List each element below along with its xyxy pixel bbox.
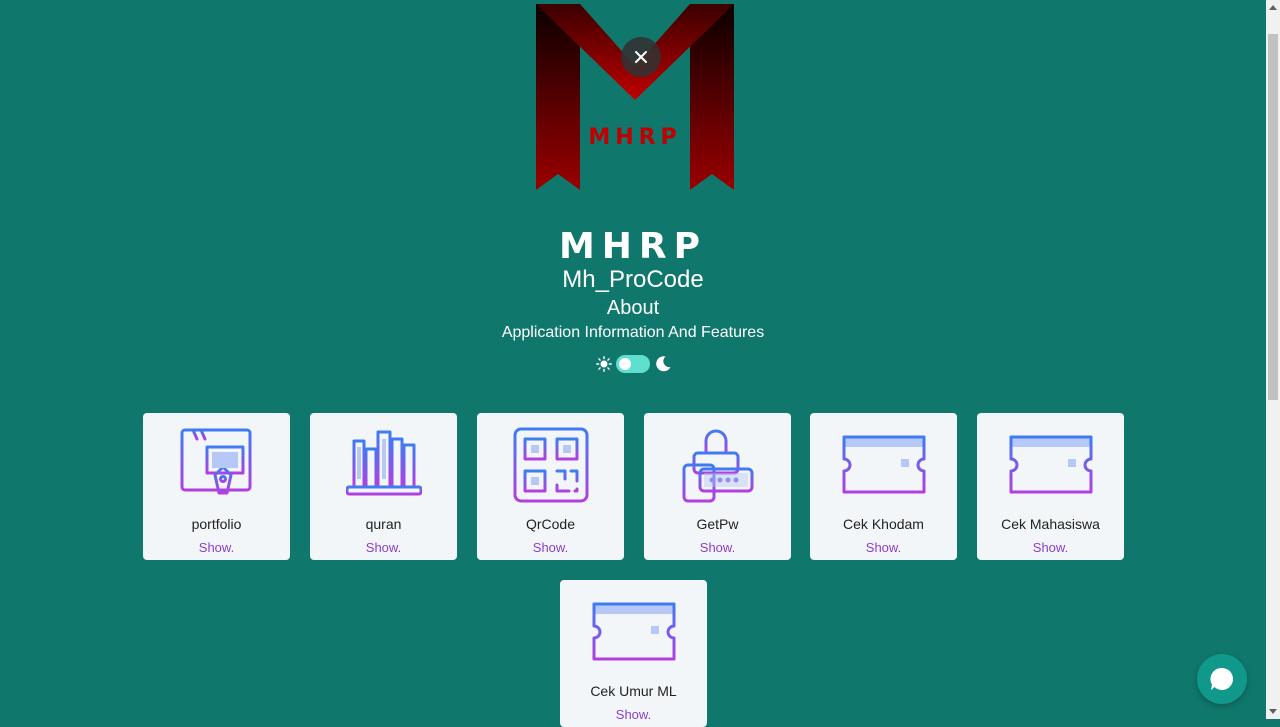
show-link[interactable]: Show. bbox=[560, 707, 707, 722]
show-link[interactable]: Show. bbox=[310, 540, 457, 555]
card-cek-umur-ml[interactable]: Cek Umur ML Show. bbox=[560, 580, 707, 727]
brand-title: MHRP bbox=[558, 226, 708, 267]
portfolio-icon bbox=[180, 428, 252, 501]
card-quran[interactable]: quran Show. bbox=[310, 413, 457, 560]
mhrp-logo: MHRP bbox=[536, 4, 734, 190]
chat-icon bbox=[1210, 667, 1234, 690]
show-link[interactable]: Show. bbox=[810, 540, 957, 555]
moon-icon bbox=[656, 356, 671, 372]
card-name: QrCode bbox=[525, 516, 576, 532]
card-name: portfolio bbox=[191, 516, 242, 532]
card-name: Cek Umur ML bbox=[590, 683, 677, 699]
scroll-down-arrow[interactable] bbox=[1269, 709, 1277, 714]
card-cek-mahasiswa[interactable]: Cek Mahasiswa Show. bbox=[977, 413, 1124, 560]
logo-text: MHRP bbox=[588, 125, 681, 150]
about-heading: About bbox=[606, 297, 660, 319]
card-name: GetPw bbox=[696, 516, 739, 532]
chat-button[interactable] bbox=[1197, 654, 1247, 704]
books-icon bbox=[346, 430, 422, 502]
close-button[interactable] bbox=[621, 37, 661, 77]
theme-toggle[interactable] bbox=[616, 355, 650, 373]
card-name: quran bbox=[365, 516, 402, 532]
ticket-icon bbox=[842, 435, 926, 494]
close-icon bbox=[635, 51, 647, 63]
page-scrollbar[interactable] bbox=[1266, 0, 1280, 719]
password-lock-icon bbox=[682, 429, 754, 503]
brand-subtitle: Mh_ProCode bbox=[562, 266, 704, 293]
theme-switcher bbox=[596, 353, 676, 375]
scroll-thumb[interactable] bbox=[1268, 34, 1278, 400]
toggle-knob bbox=[619, 358, 631, 370]
card-qrcode[interactable]: QrCode Show. bbox=[477, 413, 624, 560]
show-link[interactable]: Show. bbox=[477, 540, 624, 555]
about-description: Application Information And Features bbox=[501, 324, 765, 341]
show-link[interactable]: Show. bbox=[143, 540, 290, 555]
ticket-icon bbox=[1009, 435, 1093, 494]
card-name: Cek Mahasiswa bbox=[1001, 516, 1100, 532]
card-name: Cek Khodam bbox=[843, 516, 924, 532]
qrcode-icon bbox=[513, 427, 589, 503]
card-portfolio[interactable]: portfolio Show. bbox=[143, 413, 290, 560]
show-link[interactable]: Show. bbox=[977, 540, 1124, 555]
scroll-up-arrow[interactable] bbox=[1269, 5, 1277, 10]
card-cek-khodam[interactable]: Cek Khodam Show. bbox=[810, 413, 957, 560]
show-link[interactable]: Show. bbox=[644, 540, 791, 555]
sun-icon bbox=[596, 356, 612, 372]
ticket-icon bbox=[592, 602, 676, 661]
card-getpw[interactable]: GetPw Show. bbox=[644, 413, 791, 560]
